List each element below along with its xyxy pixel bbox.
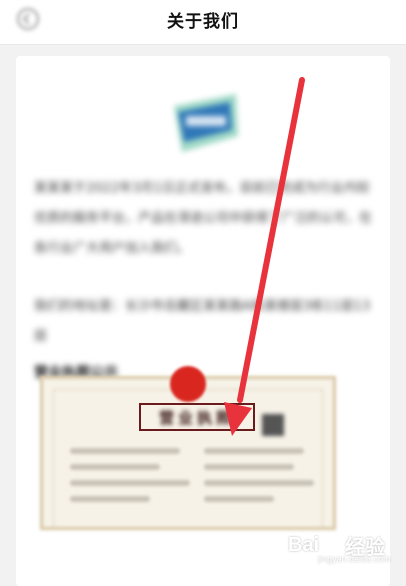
qr-code-icon [262,414,284,436]
back-button[interactable] [14,5,42,33]
paw-icon [321,537,343,555]
license-text-line [204,448,304,454]
license-text-line [70,496,150,502]
national-emblem-icon [170,366,206,402]
license-text-line [204,496,274,502]
intro-paragraph: 某某某于2022年3月1日正式发布，目前已完成为行业内较优质的服务平台，产品在滞… [34,181,373,256]
address-paragraph: 我们的地址是：长沙市岳麓区某某路A栋某楼层3栋11层13层 [34,299,371,344]
baidu-jingyan-watermark: Bai 经验 jingyan.baidu.com [288,522,398,568]
license-text-line [70,464,160,470]
license-text-line [204,464,294,470]
app-logo-icon [168,86,248,166]
license-text-line [70,448,180,454]
watermark-url: jingyan.baidu.com [318,554,391,564]
license-title: 营业执照 [158,408,235,427]
back-icon [17,8,39,30]
app-header: 关于我们 [0,0,406,44]
license-text-line [70,480,190,486]
watermark-brand: Bai [288,533,320,556]
license-title-highlight-box: 营业执照 [139,403,255,431]
license-text-line [204,480,314,486]
page-title: 关于我们 [167,11,239,32]
